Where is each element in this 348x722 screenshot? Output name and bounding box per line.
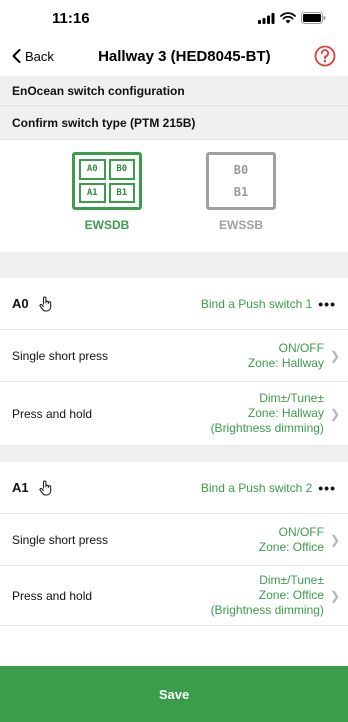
button-name-label: A1 xyxy=(12,480,29,495)
status-icons xyxy=(258,12,326,24)
action-row-short-press[interactable]: Single short press ON/OFF Zone: Hallway … xyxy=(0,330,348,382)
action-value: ON/OFF Zone: Hallway xyxy=(248,341,324,371)
section-divider xyxy=(0,446,348,462)
rocker-cell-label: B0 xyxy=(233,163,249,177)
action-description: (Brightness dimming) xyxy=(210,421,324,435)
rocker-cell-label: B1 xyxy=(233,185,249,199)
action-value: ON/OFF Zone: Office xyxy=(259,525,324,555)
action-description: (Brightness dimming) xyxy=(210,603,324,617)
action-row-press-hold[interactable]: Press and hold Dim±/Tune± Zone: Hallway … xyxy=(0,382,348,446)
save-button[interactable]: Save xyxy=(0,666,348,722)
action-label: Single short press xyxy=(12,532,109,547)
back-button[interactable]: Back xyxy=(12,49,54,64)
single-rocker-icon: B0 B1 xyxy=(206,152,276,210)
wifi-icon xyxy=(280,12,296,24)
config-section-header: EnOcean switch configuration xyxy=(0,76,348,106)
help-icon[interactable] xyxy=(314,45,336,67)
action-function: Dim±/Tune± xyxy=(259,573,324,587)
switch-type-label: EWSDB xyxy=(84,218,130,232)
switch-type-selector: A0 B0 A1 B1 EWSDB B0 B1 EWSSB xyxy=(0,140,348,252)
switch-button-row-a1: A1 Bind a Push switch 2 ••• xyxy=(0,462,348,514)
confirm-section-title: Confirm switch type (PTM 215B) xyxy=(12,115,196,130)
battery-icon xyxy=(301,12,326,24)
chevron-right-icon: ❯ xyxy=(329,348,340,363)
config-section-title: EnOcean switch configuration xyxy=(12,83,185,98)
action-zone: Zone: Hallway xyxy=(247,406,324,420)
action-label: Single short press xyxy=(12,348,109,363)
action-value: Dim±/Tune± Zone: Office (Brightness dimm… xyxy=(211,573,324,618)
action-zone: Zone: Office xyxy=(258,539,324,554)
action-row-short-press[interactable]: Single short press ON/OFF Zone: Office ❯ xyxy=(0,514,348,566)
action-row-press-hold[interactable]: Press and hold Dim±/Tune± Zone: Office (… xyxy=(0,566,348,626)
double-rocker-icon: A0 B0 A1 B1 xyxy=(72,152,142,210)
rocker-cell-label: A1 xyxy=(79,182,106,203)
action-zone: Zone: Hallway xyxy=(247,355,324,370)
bind-push-switch-link[interactable]: Bind a Push switch 1 xyxy=(201,297,312,311)
signal-icon xyxy=(258,12,275,24)
phone-screen: 11:16 Back Hallway 3 (HED8045-BT) EnOcea… xyxy=(0,0,348,722)
bind-push-switch-link[interactable]: Bind a Push switch 2 xyxy=(201,481,312,495)
chevron-right-icon: ❯ xyxy=(329,532,340,547)
status-time: 11:16 xyxy=(52,9,90,27)
back-label: Back xyxy=(25,48,54,64)
switch-type-label: EWSSB xyxy=(218,218,263,232)
chevron-right-icon: ❯ xyxy=(329,406,340,421)
rocker-cell-label: A0 xyxy=(79,159,106,180)
status-bar: 11:16 xyxy=(0,0,348,36)
action-function: Dim±/Tune± xyxy=(259,391,324,405)
switch-type-ewssb[interactable]: B0 B1 EWSSB xyxy=(206,152,276,252)
rocker-cell-label: B1 xyxy=(108,182,135,203)
button-name: A1 xyxy=(12,480,53,496)
pointer-hand-icon xyxy=(39,480,51,495)
navigation-bar: Back Hallway 3 (HED8045-BT) xyxy=(0,36,348,76)
pointer-hand-icon xyxy=(39,296,51,311)
page-title: Hallway 3 (HED8045-BT) xyxy=(98,47,271,65)
more-icon[interactable]: ••• xyxy=(318,480,336,496)
action-zone: Zone: Office xyxy=(258,588,324,602)
rocker-cell-label: B0 xyxy=(108,159,135,180)
confirm-section-header: Confirm switch type (PTM 215B) xyxy=(0,106,348,140)
action-value: Dim±/Tune± Zone: Hallway (Brightness dim… xyxy=(211,391,324,436)
switch-button-row-a0: A0 Bind a Push switch 1 ••• xyxy=(0,278,348,330)
action-function: ON/OFF xyxy=(278,340,324,355)
action-function: ON/OFF xyxy=(278,524,324,539)
action-label: Press and hold xyxy=(12,588,93,603)
action-label: Press and hold xyxy=(12,406,93,421)
section-divider xyxy=(0,252,348,278)
button-name: A0 xyxy=(12,296,53,312)
more-icon[interactable]: ••• xyxy=(318,296,336,312)
switch-type-ewsdb[interactable]: A0 B0 A1 B1 EWSDB xyxy=(72,152,142,252)
chevron-left-icon xyxy=(12,49,21,63)
button-name-label: A0 xyxy=(12,296,29,311)
chevron-right-icon: ❯ xyxy=(329,588,340,603)
